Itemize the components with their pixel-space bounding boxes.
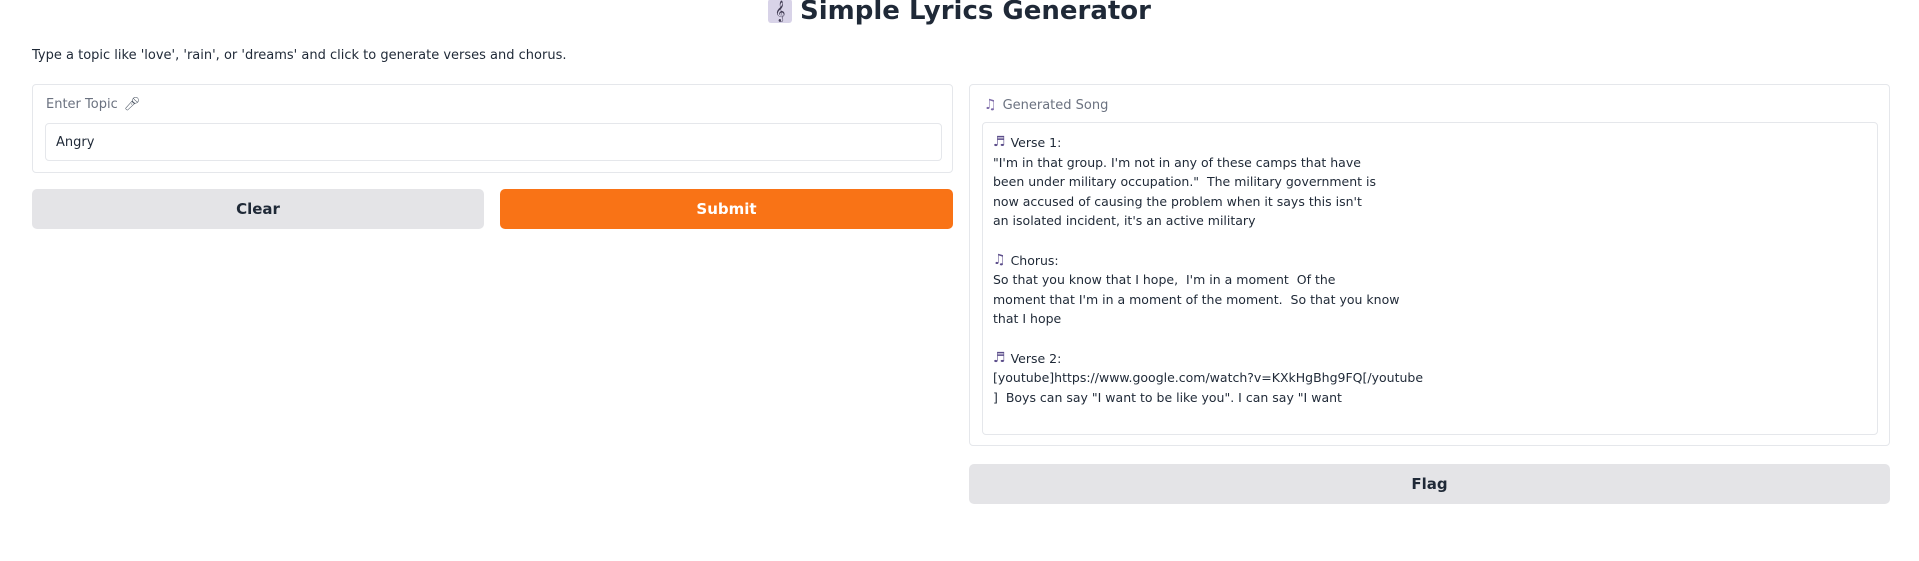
lyric-line: that I hope bbox=[993, 311, 1062, 327]
lyric-line: "I'm in that group. I'm not in any of th… bbox=[993, 154, 1361, 170]
music-note-icon: ♬ bbox=[993, 134, 1006, 150]
generated-song-label-group: ♫ Generated Song bbox=[984, 97, 1108, 113]
section-heading: ♫ Chorus: bbox=[993, 251, 1867, 271]
clear-button[interactable]: Clear bbox=[32, 189, 484, 229]
submit-button[interactable]: Submit bbox=[500, 189, 953, 229]
generated-song-output[interactable]: ♬ Verse 1: "I'm in that group. I'm not i… bbox=[982, 122, 1878, 435]
section-heading: ♬ Verse 2: bbox=[993, 349, 1867, 369]
song-section-chorus: ♫ Chorus: So that you know that I hope, … bbox=[993, 251, 1867, 329]
music-note-icon: ♬ bbox=[993, 349, 1006, 366]
topic-label: Enter Topic bbox=[46, 97, 118, 112]
lyric-line: ] Boys can say "I want to be like you". … bbox=[993, 389, 1342, 405]
header: 𝄞 Simple Lyrics Generator bbox=[0, 0, 1919, 28]
lyric-line: been under military occupation." The mil… bbox=[993, 174, 1377, 190]
song-section-verse-2: ♬ Verse 2: [youtube]https://www.google.c… bbox=[993, 349, 1867, 408]
topic-input-panel: Enter Topic 🎤︎ bbox=[32, 84, 953, 173]
generated-song-panel: ♫ Generated Song ♬ Verse 1: "I'm in that… bbox=[969, 84, 1890, 446]
treble-clef-icon: 𝄞 bbox=[768, 0, 793, 23]
lyric-line: now accused of causing the problem when … bbox=[993, 193, 1362, 209]
section-title: Verse 2: bbox=[1010, 350, 1062, 366]
song-section-verse-1: ♬ Verse 1: "I'm in that group. I'm not i… bbox=[993, 133, 1867, 231]
flag-button[interactable]: Flag bbox=[969, 464, 1890, 504]
microphone-icon: 🎤︎ bbox=[123, 97, 141, 112]
topic-label-group: Enter Topic 🎤︎ bbox=[46, 97, 140, 112]
lyric-line: [youtube]https://www.google.com/watch?v=… bbox=[993, 370, 1424, 386]
music-notes-icon: ♫ bbox=[993, 251, 1006, 268]
page-description: Type a topic like 'love', 'rain', or 'dr… bbox=[32, 48, 567, 63]
lyric-line: an isolated incident, it's an active mil… bbox=[993, 213, 1256, 229]
page-title: Simple Lyrics Generator bbox=[800, 0, 1151, 26]
app-page: 𝄞 Simple Lyrics Generator Type a topic l… bbox=[0, 0, 1919, 561]
generated-song-label: Generated Song bbox=[1002, 97, 1109, 113]
section-title: Verse 1: bbox=[1010, 135, 1062, 150]
music-notes-icon: ♫ bbox=[984, 97, 997, 113]
section-heading: ♬ Verse 1: bbox=[993, 133, 1867, 153]
topic-input[interactable] bbox=[45, 123, 942, 161]
section-title: Chorus: bbox=[1010, 252, 1059, 268]
title-group: 𝄞 Simple Lyrics Generator bbox=[768, 0, 1151, 26]
lyric-line: moment that I'm in a moment of the momen… bbox=[993, 291, 1400, 307]
lyric-line: So that you know that I hope, I'm in a m… bbox=[993, 272, 1336, 288]
